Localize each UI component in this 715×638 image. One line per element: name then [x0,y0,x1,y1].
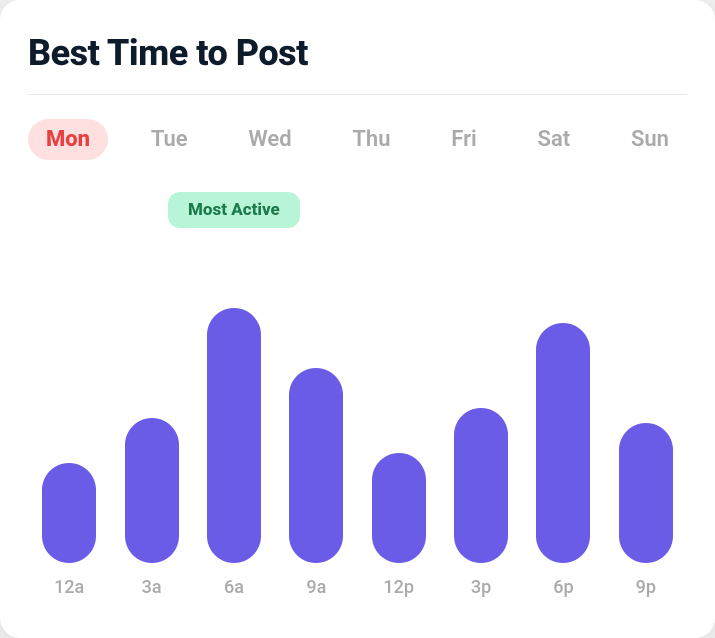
bar-9a[interactable] [289,368,343,563]
bar-wrapper-3p: 3p [440,408,522,598]
bar-wrapper-6p: 6p [522,323,604,598]
day-tab-sat[interactable]: Sat [520,119,589,160]
day-tab-fri[interactable]: Fri [433,119,494,160]
time-label-6a: 6a [224,577,244,598]
bar-wrapper-3a: 3a [110,418,192,598]
chart-container: Most Active 12a 3a 6a 9a 12p 3p 6p 9p [28,192,687,610]
bar-9p[interactable] [619,423,673,563]
day-tab-sun[interactable]: Sun [613,119,687,160]
most-active-badge: Most Active [168,192,300,228]
bars-area: 12a 3a 6a 9a 12p 3p 6p 9p [28,192,687,610]
bar-3p[interactable] [454,408,508,563]
bar-12a[interactable] [42,463,96,563]
bar-wrapper-12p: 12p [358,453,440,598]
time-label-9p: 9p [636,577,656,598]
best-time-card: Best Time to Post MonTueWedThuFriSatSun … [0,0,715,638]
day-tab-wed[interactable]: Wed [230,119,309,160]
bar-wrapper-12a: 12a [28,463,110,598]
time-label-12a: 12a [54,577,84,598]
time-label-12p: 12p [383,577,414,598]
day-tab-mon[interactable]: Mon [28,119,108,160]
bar-6p[interactable] [536,323,590,563]
bar-6a[interactable] [207,308,261,563]
bar-wrapper-9p: 9p [605,423,687,598]
divider [28,94,687,95]
time-label-3a: 3a [142,577,162,598]
day-tab-thu[interactable]: Thu [334,119,408,160]
time-label-3p: 3p [471,577,491,598]
time-label-6p: 6p [553,577,573,598]
day-tab-tue[interactable]: Tue [133,119,206,160]
bar-3a[interactable] [125,418,179,563]
bar-wrapper-6a: 6a [193,308,275,598]
time-label-9a: 9a [306,577,326,598]
bar-12p[interactable] [372,453,426,563]
day-tabs: Mon Tue Wed Thu Fri Sat Sun [28,119,687,160]
page-title: Best Time to Post [28,32,687,74]
bar-wrapper-9a: 9a [275,368,357,598]
